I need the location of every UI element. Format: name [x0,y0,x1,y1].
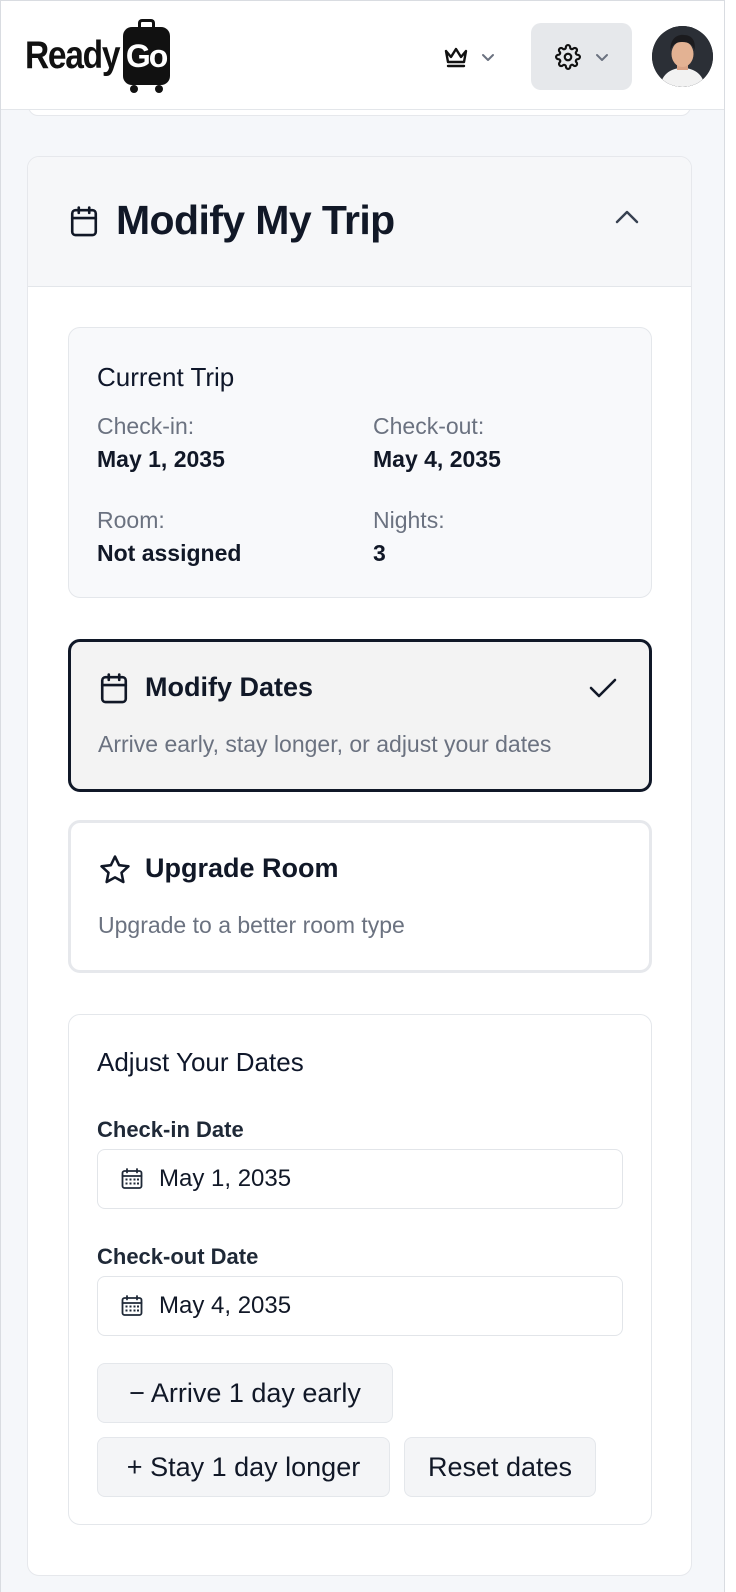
room-label: Room: [97,507,165,533]
chevron-up-icon[interactable] [614,209,640,225]
modify-trip-header[interactable]: Modify My Trip [28,157,691,287]
calendar-icon [70,206,98,237]
adjust-dates-panel: Adjust Your Dates Check-in Date May 1, 2… [68,1014,652,1525]
checkout-date-label: Check-out Date [97,1244,259,1269]
option-title: Modify Dates [145,672,314,702]
calendar-icon [121,1168,143,1189]
settings-menu-button[interactable] [531,23,632,90]
stay-longer-button[interactable]: + Stay 1 day longer [97,1437,390,1497]
modify-trip-card: Modify My Trip Current Trip Check-in: Ma… [27,156,692,1576]
logo-text: Ready [25,34,121,77]
membership-menu-button[interactable] [427,31,511,83]
option-description: Arrive early, stay longer, or adjust you… [98,731,552,757]
checkout-date-input[interactable]: May 4, 2035 [97,1276,623,1336]
readygo-logo[interactable]: Ready Go [25,19,170,93]
user-photo [652,26,713,87]
gear-icon [554,43,581,70]
top-navigation-bar: Ready Go [1,0,724,110]
logo-suitcase-badge: Go [122,19,170,93]
calendar-icon [100,673,128,704]
calendar-icon [121,1295,143,1316]
page: Ready Go Modify My Trip Current Trip Che… [0,0,725,1592]
suitcase-handle [137,19,155,28]
user-avatar[interactable] [652,26,713,87]
option-upgrade-room[interactable]: Upgrade Room Upgrade to a better room ty… [68,820,652,973]
star-icon [100,855,130,884]
current-trip-summary: Current Trip Check-in: May 1, 2035 Check… [68,327,652,598]
suitcase-wheel [154,85,163,93]
suitcase-wheel [129,85,138,93]
option-modify-dates[interactable]: Modify Dates Arrive early, stay longer, … [68,639,652,792]
crown-icon [444,47,468,68]
checkin-date-value: May 1, 2035 [159,1165,292,1192]
checkout-date-value: May 4, 2035 [159,1292,292,1319]
chevron-down-icon [595,53,608,61]
arrive-early-button[interactable]: − Arrive 1 day early [97,1363,393,1423]
reset-dates-button[interactable]: Reset dates [404,1437,596,1497]
page-title: Modify My Trip [116,197,395,243]
checkin-value: May 1, 2035 [97,446,225,472]
checkin-label: Check-in: [97,413,195,439]
option-title: Upgrade Room [145,853,339,883]
nights-value: 3 [373,540,386,566]
check-icon [589,678,617,698]
checkin-date-label: Check-in Date [97,1117,244,1142]
checkout-label: Check-out: [373,413,485,439]
logo-badge-text: Go [125,37,168,74]
page-edge [725,0,736,1592]
room-value: Not assigned [97,540,242,566]
option-description: Upgrade to a better room type [98,912,405,938]
chevron-down-icon [482,54,494,61]
checkin-date-input[interactable]: May 1, 2035 [97,1149,623,1209]
adjust-dates-title: Adjust Your Dates [97,1047,304,1077]
nights-label: Nights: [373,507,445,533]
current-trip-title: Current Trip [97,362,235,392]
checkout-value: May 4, 2035 [373,446,501,472]
